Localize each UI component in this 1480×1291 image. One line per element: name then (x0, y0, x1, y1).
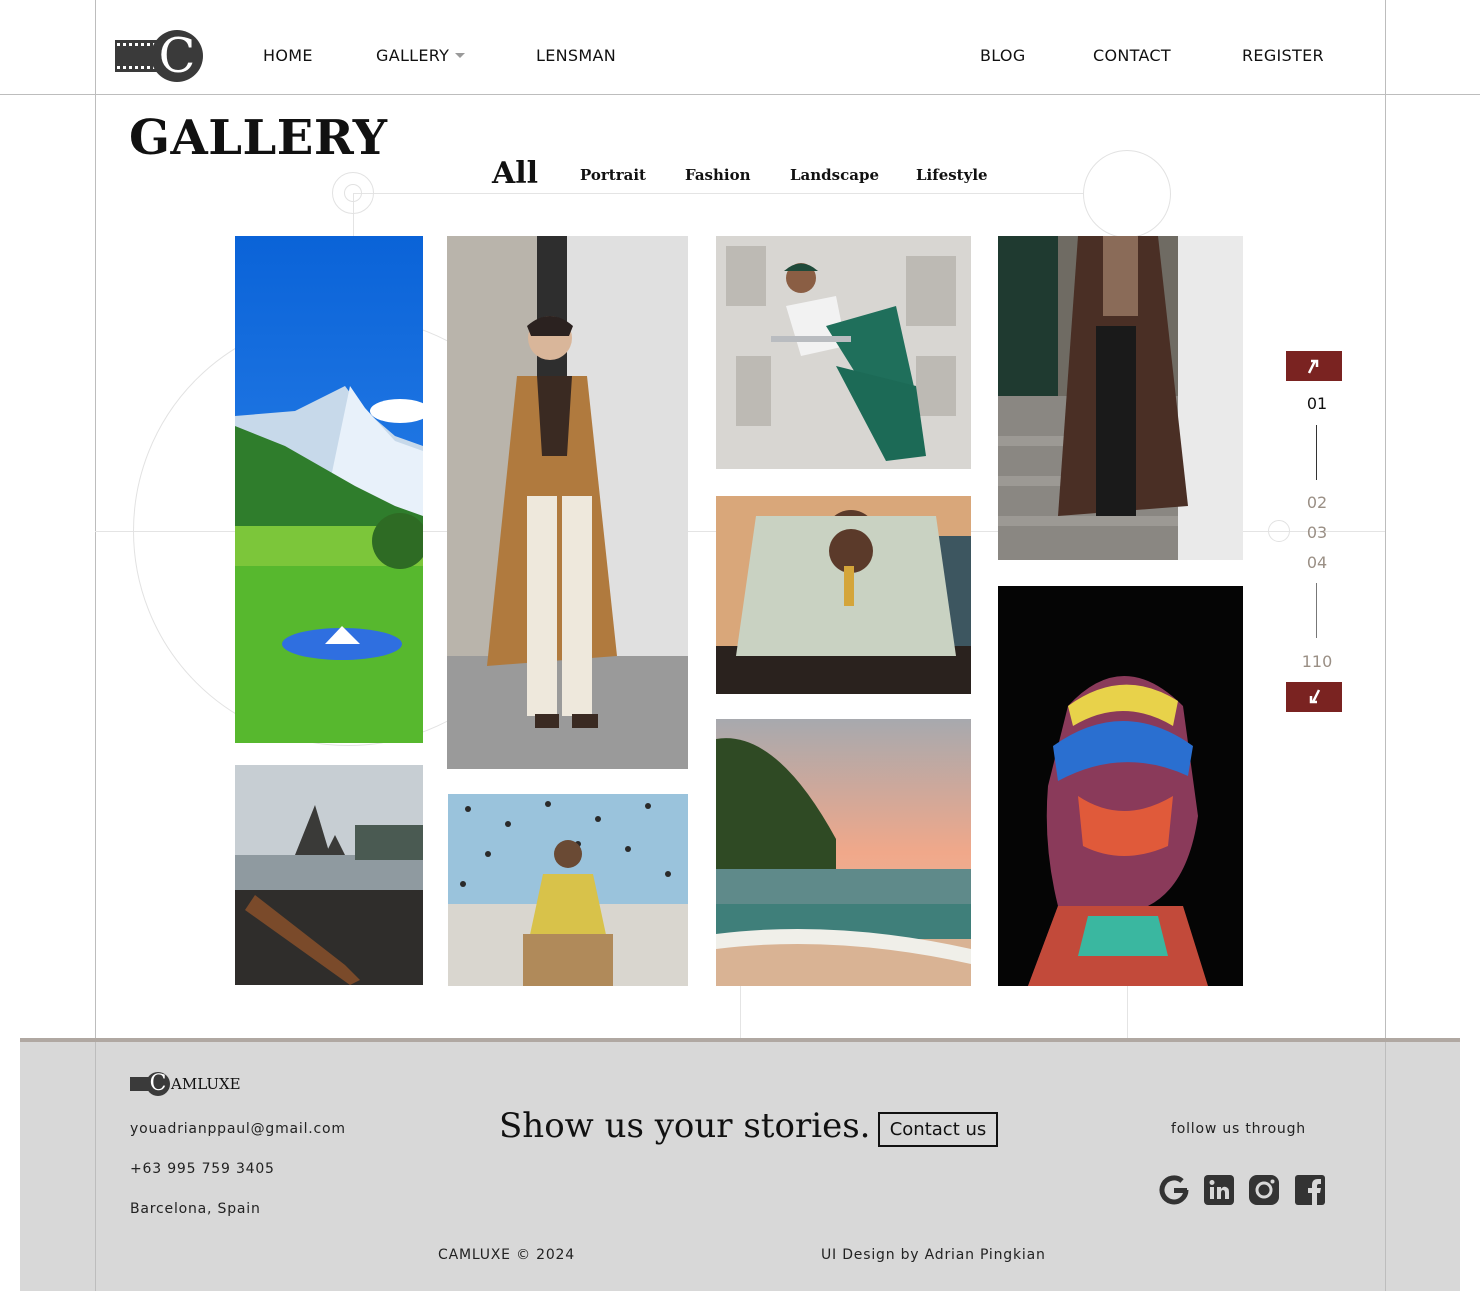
footer-copyright: CAMLUXE © 2024 (438, 1247, 575, 1263)
photo-newspaper-chair[interactable] (716, 236, 971, 469)
nav-lensman[interactable]: LENSMAN (536, 46, 616, 65)
arrow-up-icon (1307, 359, 1319, 374)
tab-all[interactable]: All (492, 156, 538, 191)
photo-rocky-beach[interactable] (235, 765, 423, 985)
footer-location: Barcelona, Spain (130, 1201, 261, 1217)
nav-home[interactable]: HOME (263, 46, 313, 65)
photo-sunset-beach[interactable] (716, 719, 971, 986)
pager-divider (1316, 583, 1317, 638)
photo-knit-sweater[interactable] (716, 496, 971, 694)
footer-email[interactable]: youadrianppaul@gmail.com (130, 1121, 346, 1137)
page-number-current[interactable]: 01 (1286, 394, 1348, 413)
tab-portrait[interactable]: Portrait (580, 166, 646, 184)
facebook-icon[interactable] (1294, 1174, 1326, 1206)
contact-us-button[interactable]: Contact us (878, 1112, 998, 1147)
photo-abstract-portrait[interactable] (998, 586, 1243, 986)
decor-circle (344, 184, 362, 202)
pager-divider (1316, 425, 1317, 480)
page-up-button[interactable] (1286, 351, 1342, 381)
guide-line (95, 1042, 96, 1291)
photo-birds-sitting[interactable] (448, 794, 688, 986)
arrow-down-icon (1309, 689, 1321, 704)
logo-letter: C (146, 1072, 170, 1096)
instagram-icon[interactable] (1248, 1174, 1280, 1206)
nav-gallery-label: GALLERY (376, 46, 450, 65)
page-number[interactable]: 03 (1286, 523, 1348, 542)
tab-landscape[interactable]: Landscape (790, 166, 879, 184)
logo-letter: C (151, 30, 203, 82)
nav-contact[interactable]: CONTACT (1093, 46, 1171, 65)
header-divider (0, 94, 1480, 95)
page-title: GALLERY (129, 110, 388, 166)
guide-line (353, 193, 1083, 194)
nav-gallery[interactable]: GALLERY (376, 46, 466, 65)
footer-tagline: Show us your stories. (499, 1106, 871, 1146)
photo-brown-overcoat[interactable] (998, 236, 1243, 560)
footer-phone: +63 995 759 3405 (130, 1161, 275, 1177)
brand-name: AMLUXE (171, 1075, 241, 1093)
brand-logo[interactable]: C (115, 30, 203, 82)
page-number-last[interactable]: 110 (1286, 652, 1348, 671)
nav-register[interactable]: REGISTER (1242, 46, 1324, 65)
follow-us-label: follow us through (1171, 1121, 1306, 1137)
nav-blog[interactable]: BLOG (980, 46, 1026, 65)
linkedin-icon[interactable] (1203, 1174, 1235, 1206)
page-down-button[interactable] (1286, 682, 1342, 712)
footer-logo[interactable]: C AMLUXE (130, 1072, 241, 1096)
guide-line (1385, 1042, 1386, 1291)
google-icon[interactable] (1158, 1174, 1190, 1206)
chevron-down-icon (455, 52, 466, 58)
tab-fashion[interactable]: Fashion (685, 166, 751, 184)
page-number[interactable]: 04 (1286, 553, 1348, 572)
decor-circle (1083, 150, 1171, 238)
footer-credit: UI Design by Adrian Pingkian (821, 1247, 1046, 1263)
photo-camel-coat[interactable] (447, 236, 688, 769)
guide-line (740, 985, 741, 1038)
photo-mountain-lake[interactable] (235, 236, 423, 743)
tab-lifestyle[interactable]: Lifestyle (916, 166, 988, 184)
guide-line (1127, 985, 1128, 1038)
page-number[interactable]: 02 (1286, 493, 1348, 512)
